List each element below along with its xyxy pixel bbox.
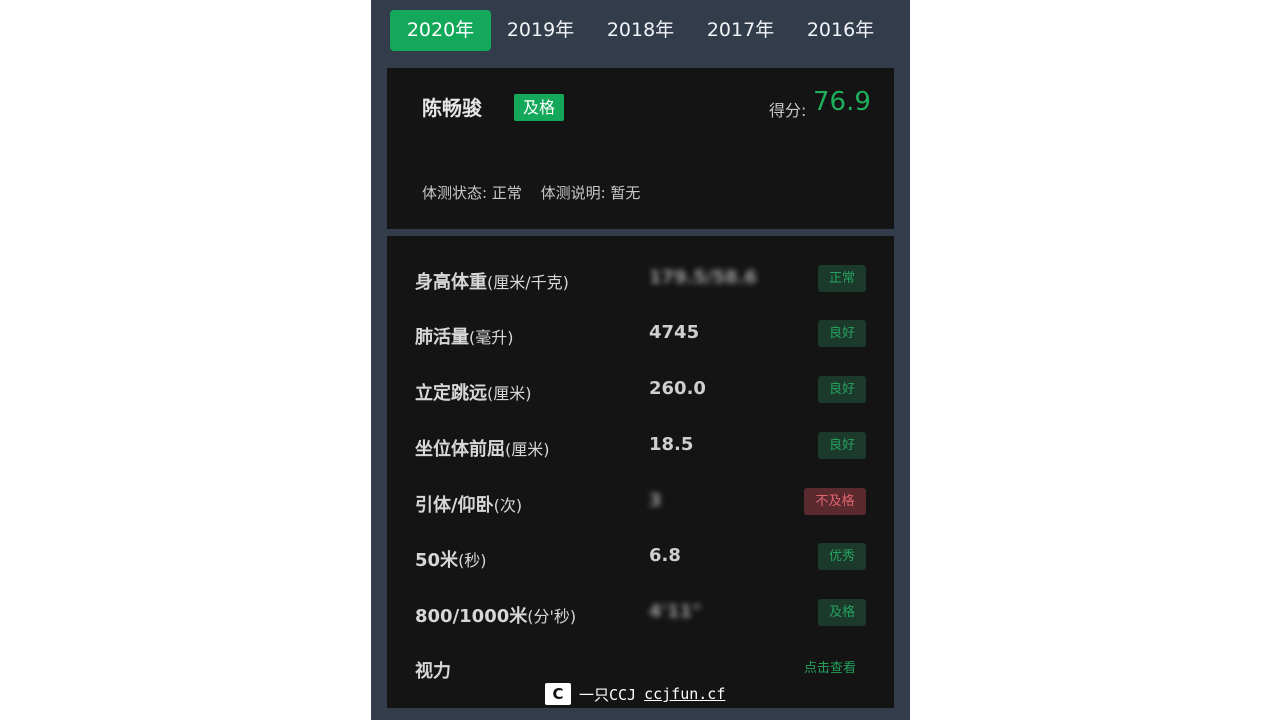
watermark: C 一只CCJ ccjfun.cf: [545, 682, 725, 706]
status-badge: 良好: [818, 320, 866, 347]
item-value: 18.5: [649, 434, 694, 455]
item-unit: (秒): [458, 551, 487, 570]
item-value: 179.5/58.6: [649, 267, 757, 288]
score-label: 得分:: [769, 101, 807, 120]
phone-screen: 2020年 2019年 2018年 2017年 2016年 陈畅骏 及格 得分:…: [371, 0, 910, 720]
item-name: 身高体重(厘米/千克): [415, 272, 569, 293]
tab-2017[interactable]: 2017年: [690, 10, 791, 51]
item-unit: (厘米): [505, 440, 550, 459]
grade-badge: 及格: [514, 94, 564, 121]
item-name: 50米(秒): [415, 550, 487, 571]
test-status: 体测状态: 正常: [422, 184, 522, 202]
item-value: 260.0: [649, 378, 706, 399]
item-row-50m: 50米(秒) 6.8 优秀: [387, 536, 894, 576]
score-value: 76.9: [813, 87, 871, 117]
status-badge: 正常: [818, 265, 866, 292]
item-row-sit-and-reach: 坐位体前屈(厘米) 18.5 良好: [387, 425, 894, 465]
student-name: 陈畅骏: [422, 96, 482, 120]
status-badge: 及格: [818, 599, 866, 626]
item-name: 立定跳远(厘米): [415, 383, 532, 404]
status-badge: 不及格: [804, 488, 866, 515]
item-row-height-weight: 身高体重(厘米/千克) 179.5/58.6 正常: [387, 258, 894, 298]
test-items-card: 身高体重(厘米/千克) 179.5/58.6 正常 肺活量(毫升) 4745 良…: [387, 236, 894, 708]
status-badge: 良好: [818, 376, 866, 403]
watermark-logo-icon: C: [545, 683, 571, 705]
item-unit: (厘米/千克): [487, 273, 569, 292]
view-vision-link[interactable]: 点击查看: [804, 657, 856, 676]
watermark-text: 一只CCJ: [579, 685, 637, 704]
item-value: 3: [649, 490, 662, 511]
item-value: 4'11": [649, 601, 702, 622]
item-unit: (次): [493, 496, 523, 515]
summary-card: 陈畅骏 及格 得分: 76.9 体测状态: 正常 体测说明: 暂无: [387, 68, 894, 229]
test-note: 体测说明: 暂无: [540, 184, 641, 202]
item-value: 6.8: [649, 545, 681, 566]
status-line: 体测状态: 正常 体测说明: 暂无: [422, 182, 654, 203]
item-unit: (毫升): [469, 328, 514, 347]
item-row-long-jump: 立定跳远(厘米) 260.0 良好: [387, 369, 894, 409]
item-name: 800/1000米(分'秒): [415, 606, 577, 627]
status-badge: 良好: [818, 432, 866, 459]
watermark-url: ccjfun.cf: [644, 685, 726, 703]
tab-2018[interactable]: 2018年: [590, 10, 691, 51]
tab-2019[interactable]: 2019年: [490, 10, 591, 51]
item-unit: (厘米): [487, 384, 532, 403]
item-unit: (分'秒): [527, 607, 577, 626]
item-name: 坐位体前屈(厘米): [415, 439, 550, 460]
item-name: 视力: [415, 661, 451, 682]
tab-2016[interactable]: 2016年: [790, 10, 891, 51]
item-row-vision: 视力 点击查看: [387, 647, 894, 687]
item-row-800-1000m: 800/1000米(分'秒) 4'11" 及格: [387, 592, 894, 632]
year-tab-bar: 2020年 2019年 2018年 2017年 2016年: [371, 0, 910, 64]
item-row-pullups-situps: 引体/仰卧(次) 3 不及格: [387, 481, 894, 521]
item-name: 引体/仰卧(次): [415, 495, 523, 516]
tab-2020[interactable]: 2020年: [390, 10, 491, 51]
item-name: 肺活量(毫升): [415, 327, 514, 348]
item-value: 4745: [649, 322, 700, 343]
item-row-lung-capacity: 肺活量(毫升) 4745 良好: [387, 313, 894, 353]
status-badge: 优秀: [818, 543, 866, 570]
